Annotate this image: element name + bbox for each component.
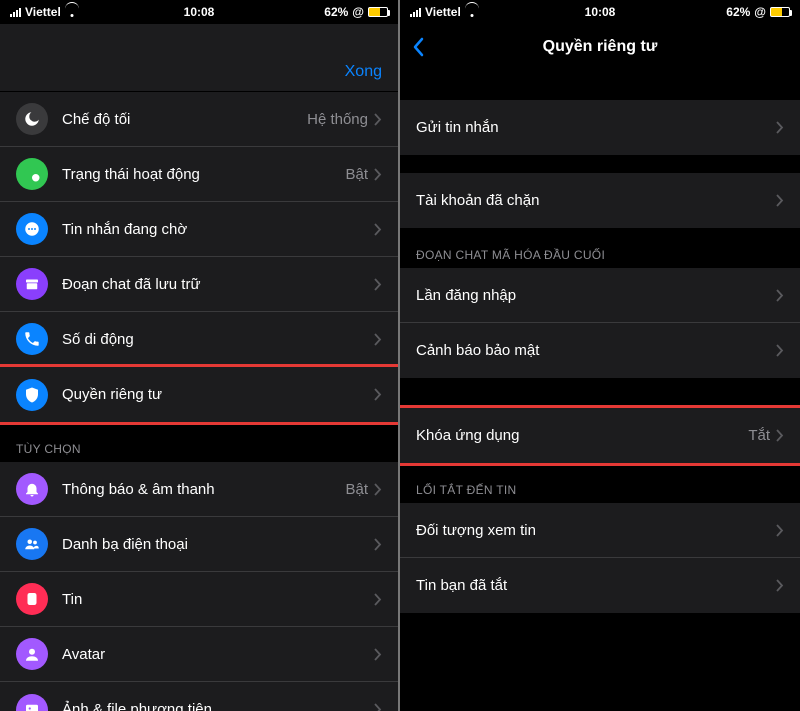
chevron-right-icon <box>374 648 382 661</box>
signal-icon <box>410 8 421 17</box>
contacts-icon <box>16 528 48 560</box>
row-label: Thông báo & âm thanh <box>62 481 345 498</box>
done-button[interactable]: Xong <box>345 63 382 81</box>
chevron-right-icon <box>776 344 784 357</box>
row-phone-contacts[interactable]: Danh bạ điện thoại <box>0 517 398 572</box>
battery-label: 62% <box>324 5 348 19</box>
phone-icon <box>16 323 48 355</box>
chevron-right-icon <box>374 538 382 551</box>
section-header-preferences: TÙY CHỌN <box>0 422 398 462</box>
section-header-story-shortcut: LỐI TẮT ĐẾN TIN <box>400 463 800 503</box>
wifi-icon <box>465 7 479 17</box>
signal-icon <box>10 8 21 17</box>
avatar-icon <box>16 638 48 670</box>
row-label: Tài khoản đã chặn <box>416 192 776 209</box>
row-label: Đối tượng xem tin <box>416 522 776 539</box>
chevron-right-icon <box>776 121 784 134</box>
battery-icon <box>368 7 388 17</box>
row-notifications[interactable]: Thông báo & âm thanh Bật <box>0 462 398 517</box>
row-label: Lần đăng nhập <box>416 287 776 304</box>
row-photos-media[interactable]: Ảnh & file phương tiện <box>0 682 398 711</box>
chevron-right-icon <box>374 168 382 181</box>
row-message-delivery[interactable]: Gửi tin nhắn <box>400 100 800 155</box>
clock-label: 10:08 <box>184 5 215 19</box>
chevron-right-icon <box>776 524 784 537</box>
bell-icon <box>16 473 48 505</box>
row-label: Tin bạn đã tắt <box>416 577 776 594</box>
chevron-right-icon <box>374 333 382 346</box>
image-icon <box>16 694 48 711</box>
row-value: Tắt <box>748 427 770 444</box>
phone-screen-settings: Viettel 10:08 62% @ Xong Chế độ tối Hệ t <box>0 0 400 711</box>
status-bar: Viettel 10:08 62% @ <box>400 0 800 24</box>
row-label: Trạng thái hoạt động <box>62 166 345 183</box>
row-archived-chats[interactable]: Đoạn chat đã lưu trữ <box>0 257 398 312</box>
row-label: Danh bạ điện thoại <box>62 536 374 553</box>
row-story-audience[interactable]: Đối tượng xem tin <box>400 503 800 558</box>
section-header-e2e: ĐOẠN CHAT MÃ HÓA ĐẦU CUỐI <box>400 228 800 268</box>
battery-icon <box>770 7 790 17</box>
chevron-right-icon <box>776 289 784 302</box>
chevron-right-icon <box>776 194 784 207</box>
row-label: Đoạn chat đã lưu trữ <box>62 276 374 293</box>
modal-header: Xong <box>0 24 398 92</box>
row-label: Ảnh & file phương tiện <box>62 701 374 711</box>
row-label: Tin nhắn đang chờ <box>62 221 374 238</box>
page-title: Quyền riêng tư <box>543 38 658 56</box>
chevron-right-icon <box>776 579 784 592</box>
wifi-icon <box>65 7 79 17</box>
chevron-right-icon <box>374 113 382 126</box>
archive-icon <box>16 268 48 300</box>
row-dark-mode[interactable]: Chế độ tối Hệ thống <box>0 92 398 147</box>
row-blocked-accounts[interactable]: Tài khoản đã chặn <box>400 173 800 228</box>
row-avatar[interactable]: Avatar <box>0 627 398 682</box>
status-bar: Viettel 10:08 62% @ <box>0 0 398 24</box>
back-button[interactable] <box>412 37 424 57</box>
row-label: Quyền riêng tư <box>62 386 374 403</box>
row-label: Khóa ứng dụng <box>416 427 748 444</box>
moon-icon <box>16 103 48 135</box>
chevron-right-icon <box>374 703 382 711</box>
row-story[interactable]: Tin <box>0 572 398 627</box>
row-message-requests[interactable]: Tin nhắn đang chờ <box>0 202 398 257</box>
row-value: Bật <box>345 481 368 498</box>
chevron-right-icon <box>374 593 382 606</box>
shield-icon <box>16 379 48 411</box>
battery-label: 62% <box>726 5 750 19</box>
row-phone-number[interactable]: Số di động <box>0 312 398 367</box>
row-muted-stories[interactable]: Tin bạn đã tắt <box>400 558 800 613</box>
row-active-status[interactable]: Trạng thái hoạt động Bật <box>0 147 398 202</box>
chevron-right-icon <box>374 483 382 496</box>
phone-screen-privacy: Viettel 10:08 62% @ Quyền riêng tư Gửi t… <box>400 0 800 711</box>
row-value: Hệ thống <box>307 111 368 128</box>
row-value: Bật <box>345 166 368 183</box>
row-label: Cảnh báo bảo mật <box>416 342 776 359</box>
clock-label: 10:08 <box>585 5 616 19</box>
status-dot-icon <box>16 158 48 190</box>
row-app-lock[interactable]: Khóa ứng dụng Tắt <box>400 408 800 463</box>
chevron-right-icon <box>374 223 382 236</box>
row-label: Tin <box>62 591 374 608</box>
row-logins[interactable]: Lần đăng nhập <box>400 268 800 323</box>
row-privacy[interactable]: Quyền riêng tư <box>0 367 398 422</box>
carrier-label: Viettel <box>25 5 61 19</box>
chat-bubble-icon <box>16 213 48 245</box>
carrier-label: Viettel <box>425 5 461 19</box>
row-label: Số di động <box>62 331 374 348</box>
chevron-right-icon <box>776 429 784 442</box>
row-label: Avatar <box>62 646 374 663</box>
chevron-right-icon <box>374 278 382 291</box>
nav-header: Quyền riêng tư <box>400 24 800 70</box>
row-label: Gửi tin nhắn <box>416 119 776 136</box>
story-icon <box>16 583 48 615</box>
row-label: Chế độ tối <box>62 111 307 128</box>
chevron-right-icon <box>374 388 382 401</box>
row-security-alerts[interactable]: Cảnh báo bảo mật <box>400 323 800 378</box>
